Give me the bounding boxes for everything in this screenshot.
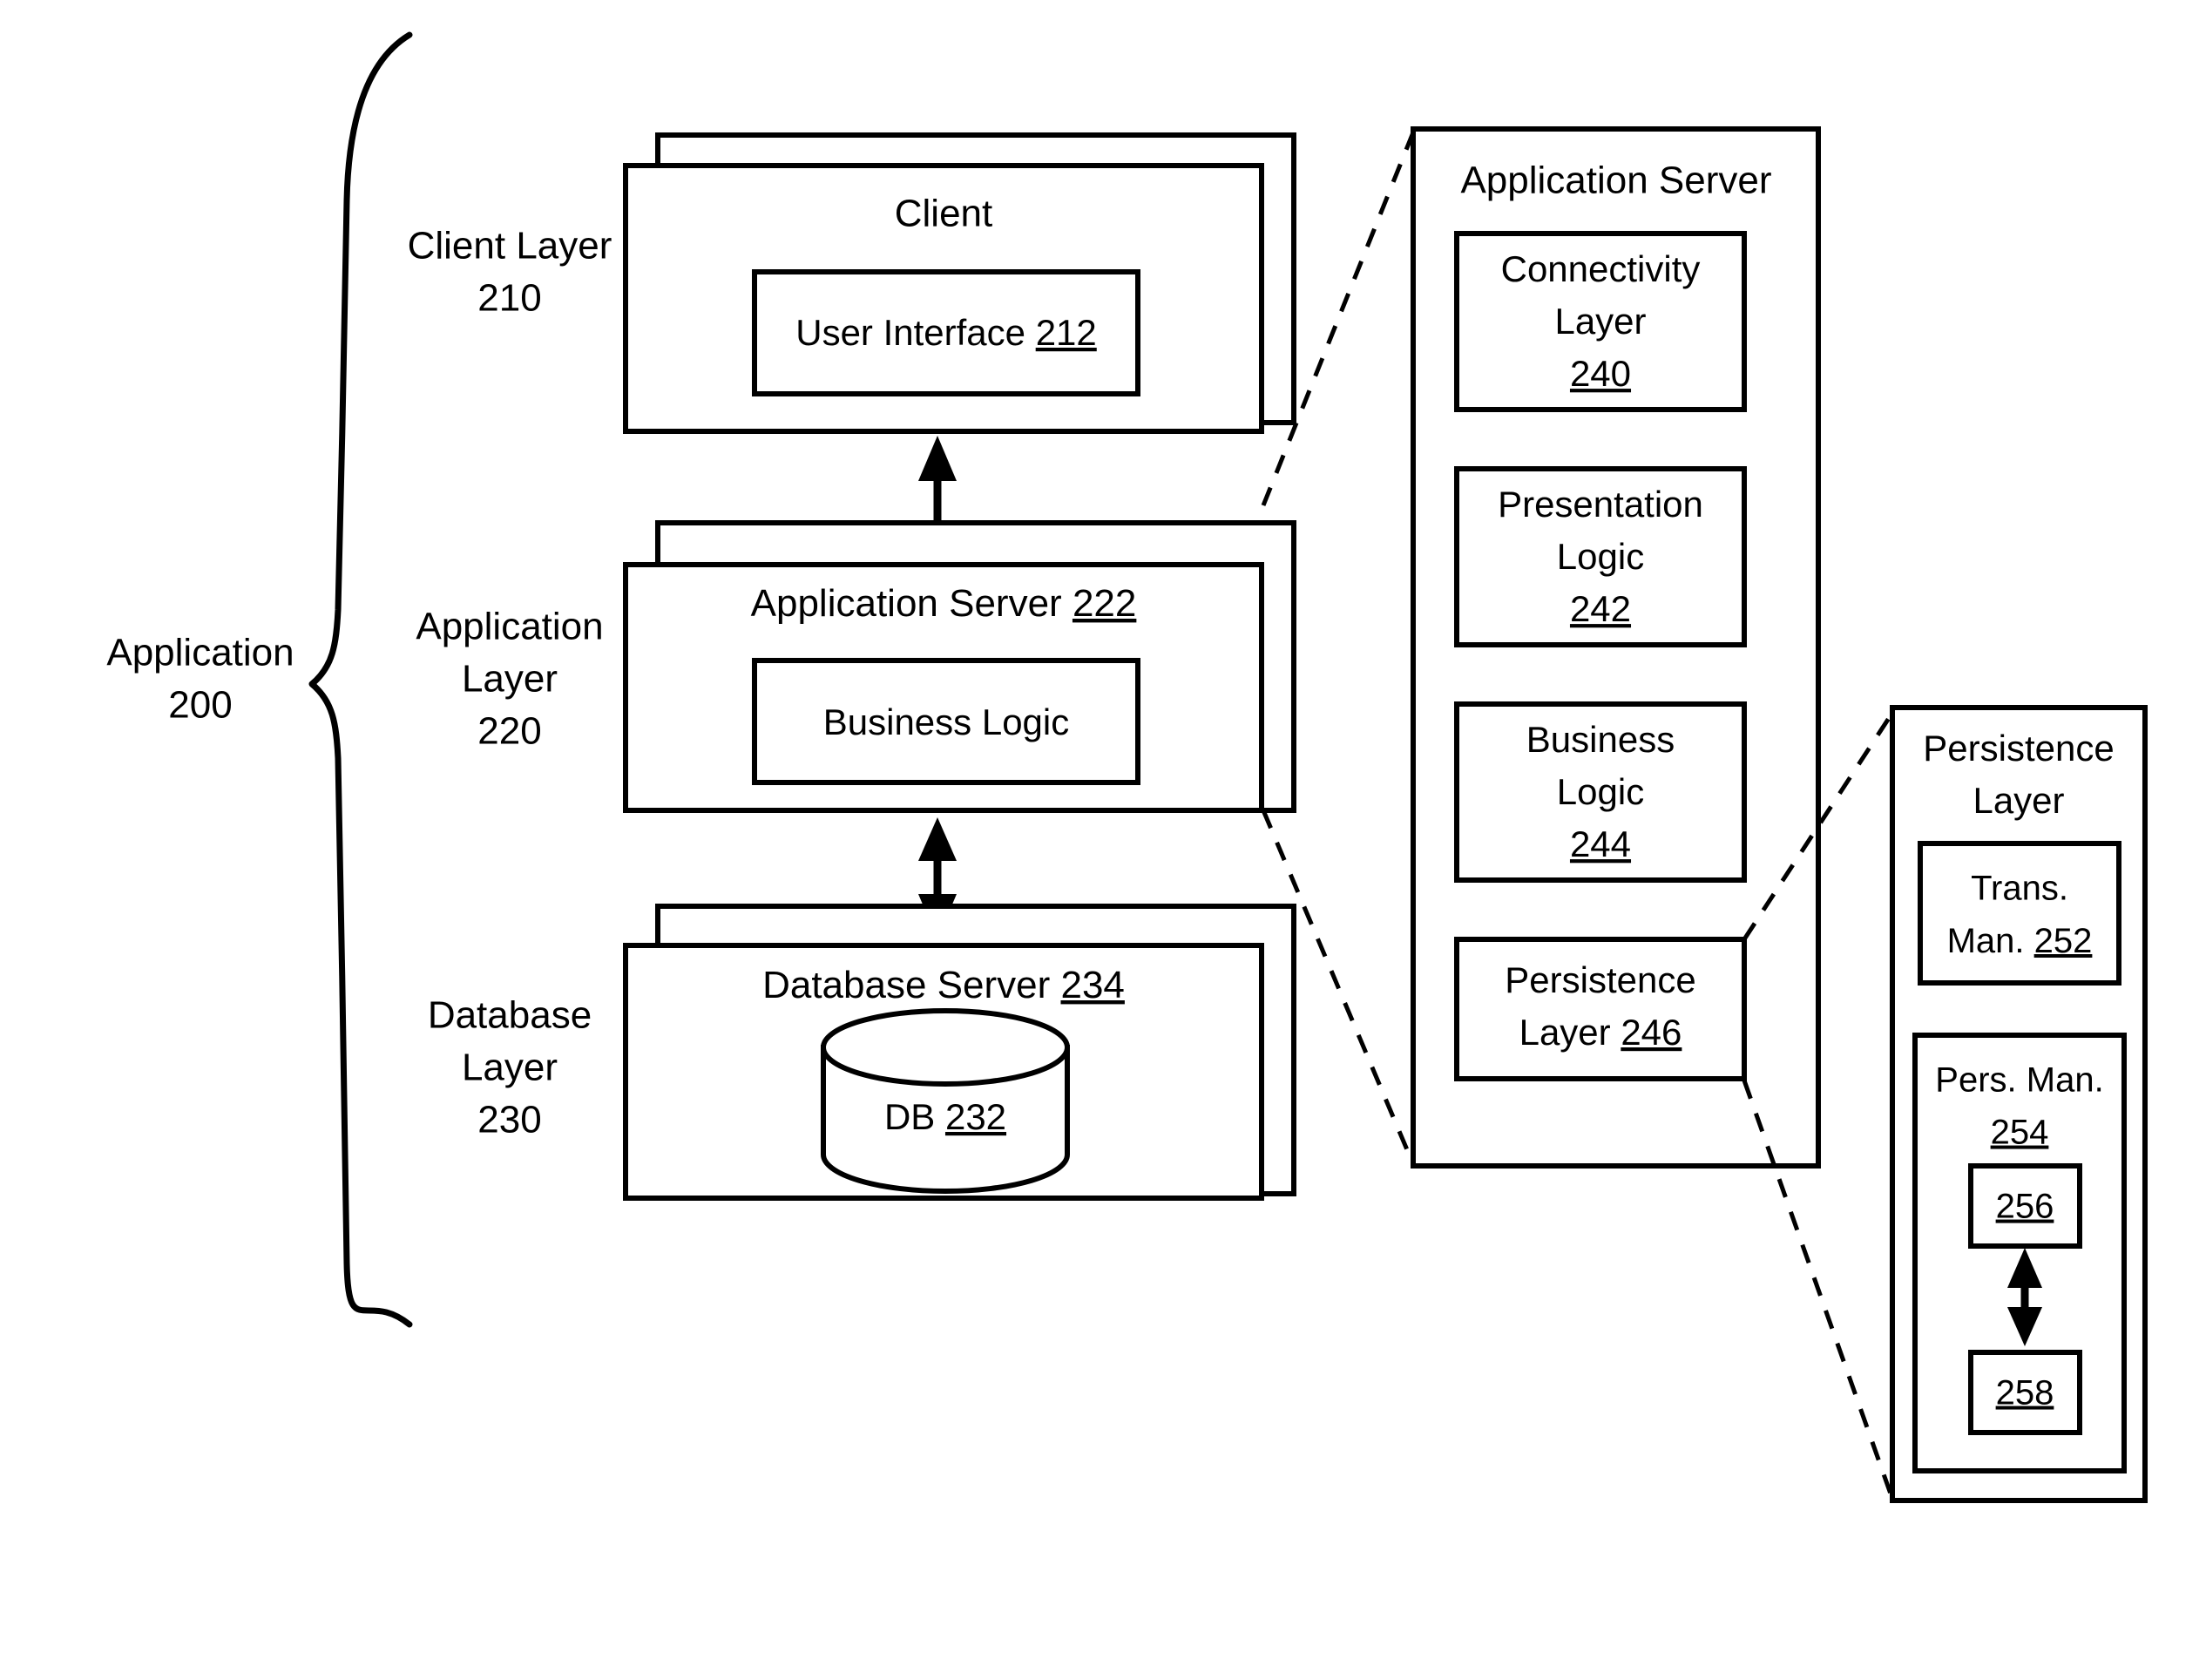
brace-label-line1: Application — [106, 632, 294, 674]
business-logic-244-line2: Logic — [1557, 771, 1644, 812]
persistence-layer-246-ref: 246 — [1621, 1012, 1682, 1053]
application-brace — [308, 31, 413, 1328]
database-stack: Database Server 234 DB 232 — [623, 904, 1296, 1201]
trans-man-line1: Trans. — [1971, 870, 2068, 908]
connectivity-layer-line2: Layer — [1554, 301, 1646, 342]
trans-man-ref: 252 — [2034, 922, 2093, 960]
client-layer-label-line1: Client Layer — [408, 225, 612, 268]
persistence-layer-246-label: Layer — [1519, 1012, 1621, 1053]
persistence-panel-title-line2: Layer — [1973, 780, 2064, 821]
user-interface-ref: 212 — [1036, 312, 1097, 353]
app-server-title-label: Application Server — [751, 582, 1073, 625]
app-server-title-ref: 222 — [1073, 582, 1136, 625]
pers-man-ref: 254 — [1991, 1114, 2049, 1152]
application-layer-label-line1: Application — [416, 606, 603, 648]
figure-canvas: Application 200 Client Layer 210 Applica… — [0, 0, 2206, 1680]
app-server-stack: Application Server 222 Business Logic — [623, 520, 1296, 813]
architecture-diagram: Application 200 Client Layer 210 Applica… — [106, 31, 2148, 1503]
app-server-title: Application Server 222 — [751, 582, 1137, 625]
application-layer-label-line3: 220 — [477, 710, 541, 753]
client-stack: Client User Interface 212 — [623, 132, 1296, 434]
client-layer-label-line2: 210 — [477, 277, 541, 320]
brace-label-line2: 200 — [168, 684, 232, 727]
brace-curve — [308, 31, 413, 1328]
db-ref: 232 — [945, 1096, 1006, 1137]
presentation-logic-line1: Presentation — [1498, 484, 1703, 525]
cylinder-top — [821, 1008, 1070, 1087]
database-server-title-ref: 234 — [1060, 964, 1124, 1006]
box-258-ref: 258 — [1996, 1374, 2054, 1412]
trans-man-label: Man. — [1947, 922, 2034, 960]
app-server-panel: Application Server Connectivity Layer 24… — [1411, 126, 1821, 1169]
connectivity-layer-ref: 240 — [1570, 353, 1631, 394]
db-label: DB — [884, 1096, 945, 1137]
presentation-logic-ref: 242 — [1570, 588, 1631, 629]
client-title: Client — [895, 193, 993, 235]
user-interface-label: User Interface — [795, 312, 1035, 353]
trans-man-line2: Man. 252 — [1947, 922, 2093, 960]
db-label-text: DB 232 — [884, 1096, 1006, 1137]
arrow-head-up — [918, 436, 957, 481]
connectivity-layer-line1: Connectivity — [1501, 248, 1701, 289]
persistence-layer-246-line1: Persistence — [1505, 959, 1695, 1000]
trans-man-box — [1918, 841, 2121, 986]
business-logic-label: Business Logic — [823, 701, 1070, 742]
database-server-title-label: Database Server — [762, 964, 1060, 1006]
presentation-logic-line2: Logic — [1557, 536, 1644, 577]
business-logic-244-line1: Business — [1526, 719, 1675, 760]
database-layer-label-line3: 230 — [477, 1099, 541, 1141]
arrow-head-up-2 — [918, 817, 957, 861]
persistence-layer-246-line2: Layer 246 — [1519, 1012, 1682, 1053]
database-layer-label-line1: Database — [428, 994, 592, 1037]
application-layer-label-line2: Layer — [462, 658, 558, 701]
box-256-ref: 256 — [1996, 1188, 2054, 1226]
database-layer-label-line2: Layer — [462, 1047, 558, 1089]
persistence-panel-title-line1: Persistence — [1923, 728, 2114, 769]
pers-man-line1: Pers. Man. — [1935, 1061, 2103, 1100]
business-logic-244-ref: 244 — [1570, 823, 1631, 864]
database-server-title: Database Server 234 — [762, 964, 1125, 1006]
user-interface-text: User Interface 212 — [795, 312, 1097, 353]
persistence-layer-panel: Persistence Layer Trans. Man. 252 Pers. … — [1890, 705, 2148, 1503]
app-server-panel-title: Application Server — [1460, 159, 1771, 202]
